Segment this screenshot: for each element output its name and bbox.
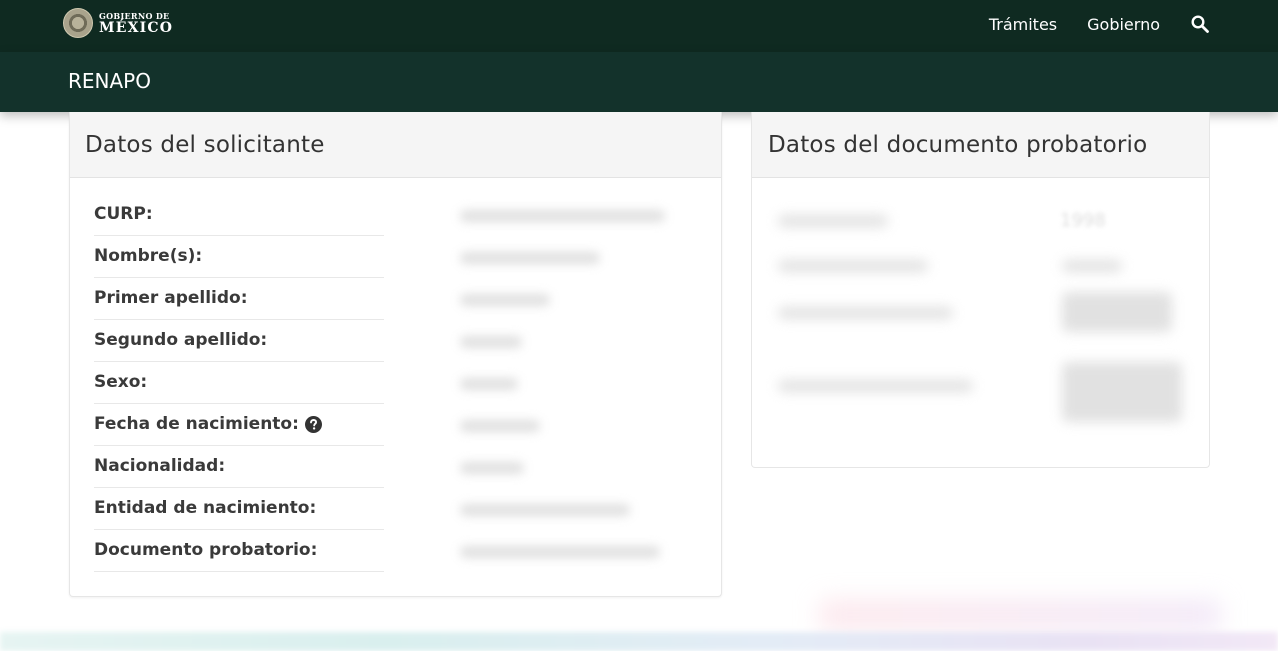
field-row-documento-probatorio: Documento probatorio:: [94, 529, 384, 572]
field-label-fecha-nacimiento: Fecha de nacimiento:: [94, 414, 299, 434]
bottom-gradient-strip: [0, 632, 1278, 651]
documento-label-3: [778, 307, 953, 319]
documento-panel-heading: Datos del documento probatorio: [752, 112, 1209, 178]
field-row-segundo-apellido: Segundo apellido:: [94, 319, 384, 362]
field-label-entidad-nacimiento: Entidad de nacimiento:: [94, 498, 317, 518]
field-value-segundo-apellido: [460, 336, 522, 348]
field-label-primer-apellido: Primer apellido:: [94, 288, 248, 308]
search-icon[interactable]: [1190, 14, 1210, 34]
section-title[interactable]: RENAPO: [68, 69, 151, 93]
logo-text: GOBIERNO DE MÉXICO: [99, 12, 173, 35]
decorative-glow: [820, 600, 1220, 630]
solicitante-panel: Datos del solicitante CURP: Nombre(s): P…: [69, 112, 722, 597]
documento-panel: Datos del documento probatorio 1998: [751, 112, 1210, 468]
solicitante-panel-heading: Datos del solicitante: [70, 112, 721, 178]
sub-navbar: RENAPO: [0, 52, 1278, 112]
field-value-fecha-nacimiento: [460, 420, 540, 432]
field-row-primer-apellido: Primer apellido:: [94, 277, 384, 320]
field-value-nombre: [460, 252, 600, 264]
field-row-fecha-nacimiento: Fecha de nacimiento:: [94, 403, 384, 446]
documento-value-4: [1062, 362, 1182, 422]
field-value-sexo: [460, 378, 518, 390]
documento-value-year: 1998: [1060, 210, 1106, 231]
field-row-entidad-nacimiento: Entidad de nacimiento:: [94, 487, 384, 530]
field-label-segundo-apellido: Segundo apellido:: [94, 330, 268, 350]
documento-value-3: [1062, 292, 1172, 332]
field-label-sexo: Sexo:: [94, 372, 148, 392]
field-row-curp: CURP:: [94, 193, 384, 236]
field-label-curp: CURP:: [94, 204, 153, 224]
field-row-nacionalidad: Nacionalidad:: [94, 445, 384, 488]
logo-line-2: MÉXICO: [99, 19, 174, 36]
field-label-nombre: Nombre(s):: [94, 246, 203, 266]
field-value-entidad-nacimiento: [460, 504, 630, 516]
documento-panel-title: Datos del documento probatorio: [768, 131, 1148, 158]
main-nav: Trámites Gobierno: [959, 0, 1210, 48]
field-value-nacionalidad: [460, 462, 524, 474]
field-value-documento-probatorio: [460, 546, 660, 558]
field-value-curp: [460, 210, 665, 222]
solicitante-panel-title: Datos del solicitante: [85, 131, 325, 158]
documento-label-1: [778, 215, 888, 227]
documento-label-4: [778, 380, 973, 392]
documento-value-2: [1062, 260, 1122, 272]
top-navbar: GOBIERNO DE MÉXICO Trámites Gobierno: [0, 0, 1278, 52]
field-row-nombre: Nombre(s):: [94, 235, 384, 278]
documento-label-2: [778, 260, 928, 272]
question-circle-icon[interactable]: [304, 415, 322, 433]
field-row-sexo: Sexo:: [94, 361, 384, 404]
field-value-primer-apellido: [460, 294, 550, 306]
nav-link-gobierno[interactable]: Gobierno: [1087, 15, 1160, 34]
nav-link-tramites[interactable]: Trámites: [989, 15, 1057, 34]
gobierno-mexico-logo[interactable]: GOBIERNO DE MÉXICO: [63, 7, 173, 39]
field-label-nacionalidad: Nacionalidad:: [94, 456, 226, 476]
national-seal-icon: [63, 8, 93, 38]
field-label-documento-probatorio: Documento probatorio:: [94, 540, 318, 560]
logo-line-1: GOBIERNO DE: [99, 10, 170, 21]
